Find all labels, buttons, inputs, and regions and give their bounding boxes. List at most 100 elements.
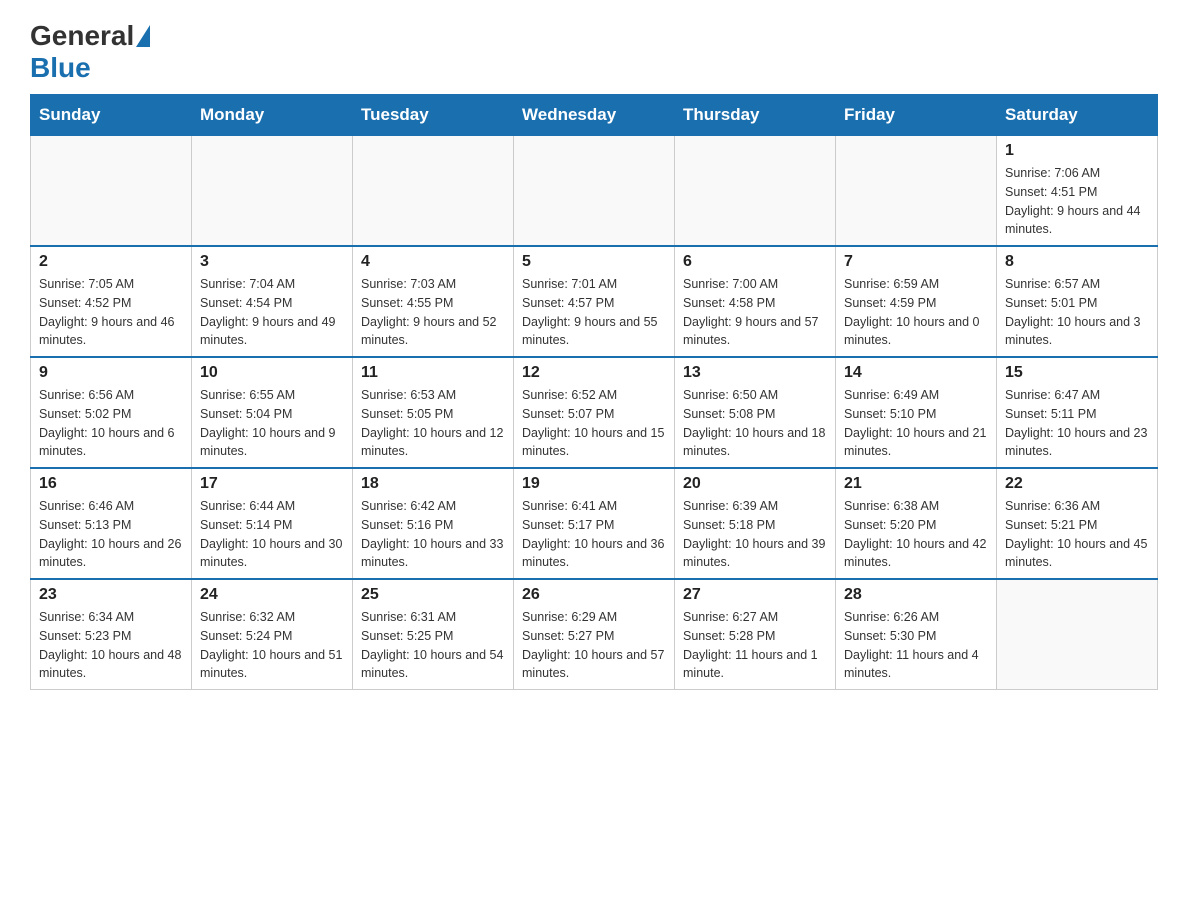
table-row: 22 Sunrise: 6:36 AM Sunset: 5:21 PM Dayli…	[997, 468, 1158, 579]
table-row: 28 Sunrise: 6:26 AM Sunset: 5:30 PM Dayli…	[836, 579, 997, 690]
table-row: 3 Sunrise: 7:04 AM Sunset: 4:54 PM Daylig…	[192, 246, 353, 357]
table-row: 1 Sunrise: 7:06 AM Sunset: 4:51 PM Daylig…	[997, 136, 1158, 247]
logo: General Blue	[30, 20, 152, 84]
table-row: 21Sunrise: 6:38 AM Sunset: 5:20 PM Dayli…	[836, 468, 997, 579]
day-info: Sunrise: 6:47 AM Sunset: 5:11 PM Dayligh…	[1005, 386, 1149, 461]
table-row	[31, 136, 192, 247]
day-info: Sunrise: 6:56 AM Sunset: 5:02 PM Dayligh…	[39, 386, 183, 461]
day-number: 18	[361, 475, 505, 493]
day-number: 11	[361, 364, 505, 382]
day-number: 8	[1005, 253, 1149, 271]
table-row	[675, 136, 836, 247]
table-row: 4Sunrise: 7:03 AM Sunset: 4:55 PM Daylig…	[353, 246, 514, 357]
table-row: 9 Sunrise: 6:56 AM Sunset: 5:02 PM Daylig…	[31, 357, 192, 468]
day-number: 5	[522, 253, 666, 271]
table-row: 20 Sunrise: 6:39 AM Sunset: 5:18 PM Dayli…	[675, 468, 836, 579]
table-row: 2 Sunrise: 7:05 AM Sunset: 4:52 PM Daylig…	[31, 246, 192, 357]
header-wednesday: Wednesday	[514, 95, 675, 136]
logo-triangle-icon	[136, 25, 150, 47]
day-info: Sunrise: 7:04 AM Sunset: 4:54 PM Dayligh…	[200, 275, 344, 350]
table-row: 19 Sunrise: 6:41 AM Sunset: 5:17 PM Dayli…	[514, 468, 675, 579]
day-info: Sunrise: 6:55 AM Sunset: 5:04 PM Dayligh…	[200, 386, 344, 461]
day-number: 23	[39, 586, 183, 604]
table-row: 7 Sunrise: 6:59 AM Sunset: 4:59 PM Daylig…	[836, 246, 997, 357]
day-number: 26	[522, 586, 666, 604]
table-row: 24Sunrise: 6:32 AM Sunset: 5:24 PM Dayli…	[192, 579, 353, 690]
day-number: 27	[683, 586, 827, 604]
calendar-week-row: 2 Sunrise: 7:05 AM Sunset: 4:52 PM Daylig…	[31, 246, 1158, 357]
calendar-table: Sunday Monday Tuesday Wednesday Thursday…	[30, 94, 1158, 690]
day-number: 10	[200, 364, 344, 382]
calendar-week-row: 23 Sunrise: 6:34 AM Sunset: 5:23 PM Dayli…	[31, 579, 1158, 690]
day-info: Sunrise: 6:27 AM Sunset: 5:28 PM Dayligh…	[683, 608, 827, 683]
table-row: 11 Sunrise: 6:53 AM Sunset: 5:05 PM Dayli…	[353, 357, 514, 468]
header-saturday: Saturday	[997, 95, 1158, 136]
table-row: 27 Sunrise: 6:27 AM Sunset: 5:28 PM Dayli…	[675, 579, 836, 690]
logo-blue-text: Blue	[30, 52, 91, 83]
day-number: 13	[683, 364, 827, 382]
header-friday: Friday	[836, 95, 997, 136]
table-row: 16Sunrise: 6:46 AM Sunset: 5:13 PM Dayli…	[31, 468, 192, 579]
day-info: Sunrise: 6:57 AM Sunset: 5:01 PM Dayligh…	[1005, 275, 1149, 350]
header-thursday: Thursday	[675, 95, 836, 136]
day-number: 2	[39, 253, 183, 271]
table-row	[997, 579, 1158, 690]
table-row	[836, 136, 997, 247]
day-number: 9	[39, 364, 183, 382]
table-row: 17 Sunrise: 6:44 AM Sunset: 5:14 PM Dayli…	[192, 468, 353, 579]
logo-general-text: General	[30, 20, 134, 52]
table-row: 25Sunrise: 6:31 AM Sunset: 5:25 PM Dayli…	[353, 579, 514, 690]
day-info: Sunrise: 6:50 AM Sunset: 5:08 PM Dayligh…	[683, 386, 827, 461]
table-row: 15 Sunrise: 6:47 AM Sunset: 5:11 PM Dayli…	[997, 357, 1158, 468]
day-info: Sunrise: 6:34 AM Sunset: 5:23 PM Dayligh…	[39, 608, 183, 683]
day-number: 17	[200, 475, 344, 493]
day-info: Sunrise: 7:06 AM Sunset: 4:51 PM Dayligh…	[1005, 164, 1149, 239]
day-number: 22	[1005, 475, 1149, 493]
table-row	[353, 136, 514, 247]
table-row: 6 Sunrise: 7:00 AM Sunset: 4:58 PM Daylig…	[675, 246, 836, 357]
day-number: 3	[200, 253, 344, 271]
day-number: 20	[683, 475, 827, 493]
day-number: 7	[844, 253, 988, 271]
header-sunday: Sunday	[31, 95, 192, 136]
table-row: 13 Sunrise: 6:50 AM Sunset: 5:08 PM Dayli…	[675, 357, 836, 468]
day-info: Sunrise: 7:05 AM Sunset: 4:52 PM Dayligh…	[39, 275, 183, 350]
day-info: Sunrise: 6:59 AM Sunset: 4:59 PM Dayligh…	[844, 275, 988, 350]
table-row: 12Sunrise: 6:52 AM Sunset: 5:07 PM Dayli…	[514, 357, 675, 468]
day-info: Sunrise: 6:29 AM Sunset: 5:27 PM Dayligh…	[522, 608, 666, 683]
day-info: Sunrise: 6:32 AM Sunset: 5:24 PM Dayligh…	[200, 608, 344, 683]
calendar-week-row: 1 Sunrise: 7:06 AM Sunset: 4:51 PM Daylig…	[31, 136, 1158, 247]
day-number: 15	[1005, 364, 1149, 382]
day-info: Sunrise: 6:44 AM Sunset: 5:14 PM Dayligh…	[200, 497, 344, 572]
day-info: Sunrise: 6:26 AM Sunset: 5:30 PM Dayligh…	[844, 608, 988, 683]
day-number: 19	[522, 475, 666, 493]
table-row: 18 Sunrise: 6:42 AM Sunset: 5:16 PM Dayli…	[353, 468, 514, 579]
table-row	[514, 136, 675, 247]
day-info: Sunrise: 7:03 AM Sunset: 4:55 PM Dayligh…	[361, 275, 505, 350]
table-row: 8 Sunrise: 6:57 AM Sunset: 5:01 PM Daylig…	[997, 246, 1158, 357]
day-info: Sunrise: 6:53 AM Sunset: 5:05 PM Dayligh…	[361, 386, 505, 461]
day-info: Sunrise: 6:41 AM Sunset: 5:17 PM Dayligh…	[522, 497, 666, 572]
day-number: 14	[844, 364, 988, 382]
day-number: 6	[683, 253, 827, 271]
header-tuesday: Tuesday	[353, 95, 514, 136]
day-info: Sunrise: 6:42 AM Sunset: 5:16 PM Dayligh…	[361, 497, 505, 572]
table-row: 5Sunrise: 7:01 AM Sunset: 4:57 PM Daylig…	[514, 246, 675, 357]
day-info: Sunrise: 6:46 AM Sunset: 5:13 PM Dayligh…	[39, 497, 183, 572]
day-number: 28	[844, 586, 988, 604]
day-info: Sunrise: 6:49 AM Sunset: 5:10 PM Dayligh…	[844, 386, 988, 461]
day-info: Sunrise: 6:39 AM Sunset: 5:18 PM Dayligh…	[683, 497, 827, 572]
day-info: Sunrise: 6:36 AM Sunset: 5:21 PM Dayligh…	[1005, 497, 1149, 572]
calendar-week-row: 16Sunrise: 6:46 AM Sunset: 5:13 PM Dayli…	[31, 468, 1158, 579]
day-info: Sunrise: 6:31 AM Sunset: 5:25 PM Dayligh…	[361, 608, 505, 683]
day-info: Sunrise: 6:38 AM Sunset: 5:20 PM Dayligh…	[844, 497, 988, 572]
weekday-header-row: Sunday Monday Tuesday Wednesday Thursday…	[31, 95, 1158, 136]
page-header: General Blue	[30, 20, 1158, 84]
table-row: 14 Sunrise: 6:49 AM Sunset: 5:10 PM Dayli…	[836, 357, 997, 468]
calendar-week-row: 9 Sunrise: 6:56 AM Sunset: 5:02 PM Daylig…	[31, 357, 1158, 468]
table-row: 26 Sunrise: 6:29 AM Sunset: 5:27 PM Dayli…	[514, 579, 675, 690]
day-info: Sunrise: 7:00 AM Sunset: 4:58 PM Dayligh…	[683, 275, 827, 350]
table-row	[192, 136, 353, 247]
day-number: 1	[1005, 142, 1149, 160]
table-row: 23 Sunrise: 6:34 AM Sunset: 5:23 PM Dayli…	[31, 579, 192, 690]
